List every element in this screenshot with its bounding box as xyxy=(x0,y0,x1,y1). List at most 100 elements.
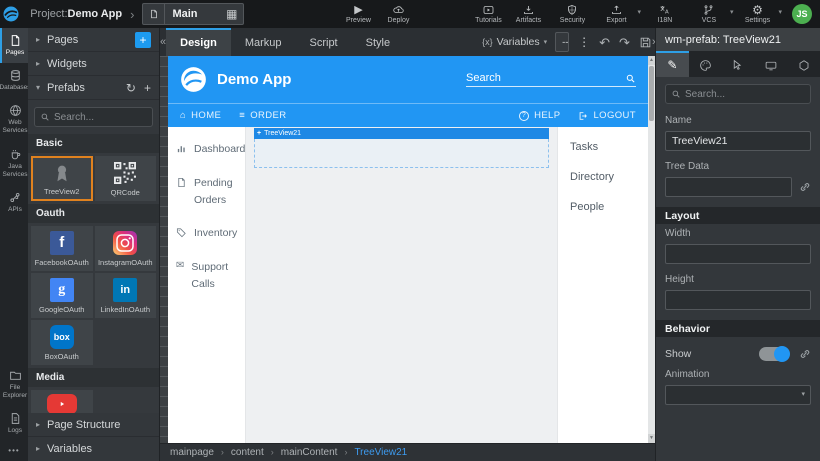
rail-item-databases[interactable]: Databases xyxy=(0,63,28,98)
app-link-directory[interactable]: Directory xyxy=(570,171,636,183)
app-search[interactable] xyxy=(466,72,636,87)
nav-logout[interactable]: LOGOUT xyxy=(578,110,636,121)
prefab-tile-instagramoauth[interactable]: InstagramOAuth xyxy=(95,226,157,271)
rail-item-web-services[interactable]: Web Services xyxy=(0,98,28,141)
prefab-tile-googleoauth[interactable]: g GoogleOAuth xyxy=(31,273,93,318)
tab-design[interactable]: Design xyxy=(166,28,231,56)
rail-item-apis[interactable]: APIs xyxy=(0,185,28,220)
tab-outline[interactable] xyxy=(787,51,820,77)
move-handle-icon[interactable]: + xyxy=(257,130,261,137)
settings-button[interactable]: ⚙ Settings xyxy=(737,0,777,28)
show-label: Show xyxy=(665,348,691,360)
prefab-tile-linkedinoauth[interactable]: in LinkedInOAuth xyxy=(95,273,157,318)
app-nav-support-calls[interactable]: ✉ Support Calls xyxy=(176,259,237,293)
screen-size-select[interactable]: -- Choose Screen Size -- ▾ xyxy=(555,32,569,52)
security-label: Security xyxy=(560,17,585,24)
prefab-tile-media-partial[interactable] xyxy=(31,390,93,413)
prefab-tile-qrcode[interactable]: QRCode xyxy=(95,156,157,201)
deploy-icon xyxy=(391,4,406,16)
tree-data-input[interactable] xyxy=(665,177,792,197)
app-search-input[interactable] xyxy=(466,72,625,84)
export-caret-icon[interactable]: ▾ xyxy=(637,9,641,16)
preview-button[interactable]: ▶ Preview xyxy=(338,0,378,28)
height-input[interactable] xyxy=(665,290,811,310)
tab-device[interactable] xyxy=(754,51,787,77)
breadcrumb-content[interactable]: content xyxy=(231,447,264,458)
treeview-widget[interactable]: + TreeView21 xyxy=(254,128,549,168)
show-toggle[interactable] xyxy=(759,347,789,361)
rail-item-pages[interactable]: Pages xyxy=(0,28,28,63)
scroll-down-arrow[interactable]: ▼ xyxy=(648,434,655,443)
save-button[interactable] xyxy=(639,36,652,49)
prefabs-section-header[interactable]: ▾ Prefabs ↻ + xyxy=(28,76,159,100)
name-input[interactable] xyxy=(665,131,811,151)
more-options-button[interactable]: ⋮ xyxy=(578,36,590,48)
export-button[interactable]: Export xyxy=(596,0,636,28)
app-nav-inventory[interactable]: Inventory xyxy=(176,225,237,242)
animation-select[interactable] xyxy=(665,385,811,405)
artifacts-button[interactable]: Artifacts xyxy=(508,0,548,28)
redo-button[interactable]: ↷ xyxy=(619,36,630,49)
tab-script[interactable]: Script xyxy=(296,28,352,56)
breadcrumb-treeview21[interactable]: TreeView21 xyxy=(354,447,407,458)
app-link-people[interactable]: People xyxy=(570,201,636,213)
tutorials-button[interactable]: Tutorials xyxy=(468,0,508,28)
cursor-icon xyxy=(731,59,744,72)
page-structure-section-header[interactable]: ▸ Page Structure xyxy=(28,413,159,437)
app-link-tasks[interactable]: Tasks xyxy=(570,141,636,153)
nav-order[interactable]: ≡ORDER xyxy=(239,110,286,121)
app-nav-pending-orders[interactable]: Pending Orders xyxy=(176,175,237,209)
prefab-tile-boxoauth[interactable]: box BoxOAuth xyxy=(31,320,93,365)
add-prefab-icon[interactable]: + xyxy=(144,82,151,94)
rail-item-java-services[interactable]: Java Services xyxy=(0,142,28,185)
prefab-tile-facebookoauth[interactable]: f FacebookOAuth xyxy=(31,226,93,271)
bind-link-icon[interactable] xyxy=(799,348,811,360)
user-avatar[interactable]: JS xyxy=(792,4,812,24)
breadcrumb-maincontent[interactable]: mainContent xyxy=(281,447,338,458)
grid-icon[interactable]: ▦ xyxy=(220,8,243,20)
search-icon xyxy=(671,89,681,99)
rail-more-button[interactable]: ••• xyxy=(0,441,28,461)
prefab-tile-treeview2[interactable]: TreeView2 xyxy=(31,156,93,201)
app-nav-dashboard[interactable]: Dashboard xyxy=(176,141,237,158)
widgets-section-header[interactable]: ▸ Widgets xyxy=(28,52,159,76)
settings-gear-icon: ⚙ xyxy=(752,4,763,16)
bind-link-icon[interactable] xyxy=(799,181,811,193)
canvas-scrollbar[interactable]: ▲ ▼ xyxy=(648,56,655,443)
nav-help[interactable]: ?HELP xyxy=(519,110,560,121)
refresh-prefabs-icon[interactable]: ↻ xyxy=(126,82,136,94)
widget-selection-box[interactable] xyxy=(254,139,549,168)
pages-section-header[interactable]: ▸ Pages + xyxy=(28,28,159,52)
variables-dropdown[interactable]: {x} Variables ▾ xyxy=(482,36,547,48)
add-page-button[interactable]: + xyxy=(135,32,151,48)
scroll-up-arrow[interactable]: ▲ xyxy=(648,56,655,65)
tab-styles[interactable] xyxy=(689,51,722,77)
i18n-button[interactable]: A I18N xyxy=(645,0,685,28)
wavemaker-logo-icon[interactable] xyxy=(0,0,22,28)
page-icon xyxy=(143,4,165,24)
inspector-search-input[interactable] xyxy=(685,89,805,100)
nav-home[interactable]: ⌂HOME xyxy=(180,110,221,121)
vcs-caret-icon[interactable]: ▾ xyxy=(730,9,734,16)
scrollbar-thumb[interactable] xyxy=(649,66,654,121)
app-header[interactable]: Demo App xyxy=(168,56,648,103)
preview-label: Preview xyxy=(346,17,371,24)
rail-item-logs[interactable]: Logs xyxy=(0,406,28,441)
page-selector[interactable]: Main ▦ xyxy=(142,3,244,25)
deploy-button[interactable]: Deploy xyxy=(378,0,418,28)
tab-properties[interactable]: ✎ xyxy=(656,51,689,77)
width-input[interactable] xyxy=(665,244,811,264)
prefab-search-input[interactable] xyxy=(54,112,147,123)
rail-item-file-explorer[interactable]: File Explorer xyxy=(0,363,28,406)
app-main-content[interactable]: + TreeView21 xyxy=(246,127,557,443)
security-button[interactable]: Security xyxy=(552,0,592,28)
settings-caret-icon[interactable]: ▾ xyxy=(778,9,782,16)
tab-events[interactable] xyxy=(722,51,755,77)
vcs-button[interactable]: VCS xyxy=(689,0,729,28)
widget-selection-label[interactable]: + TreeView21 xyxy=(254,128,549,139)
undo-button[interactable]: ↶ xyxy=(599,36,610,49)
tab-style[interactable]: Style xyxy=(352,28,404,56)
breadcrumb-mainpage[interactable]: mainpage xyxy=(170,447,214,458)
tab-markup[interactable]: Markup xyxy=(231,28,296,56)
variables-section-header[interactable]: ▸ Variables xyxy=(28,437,159,461)
